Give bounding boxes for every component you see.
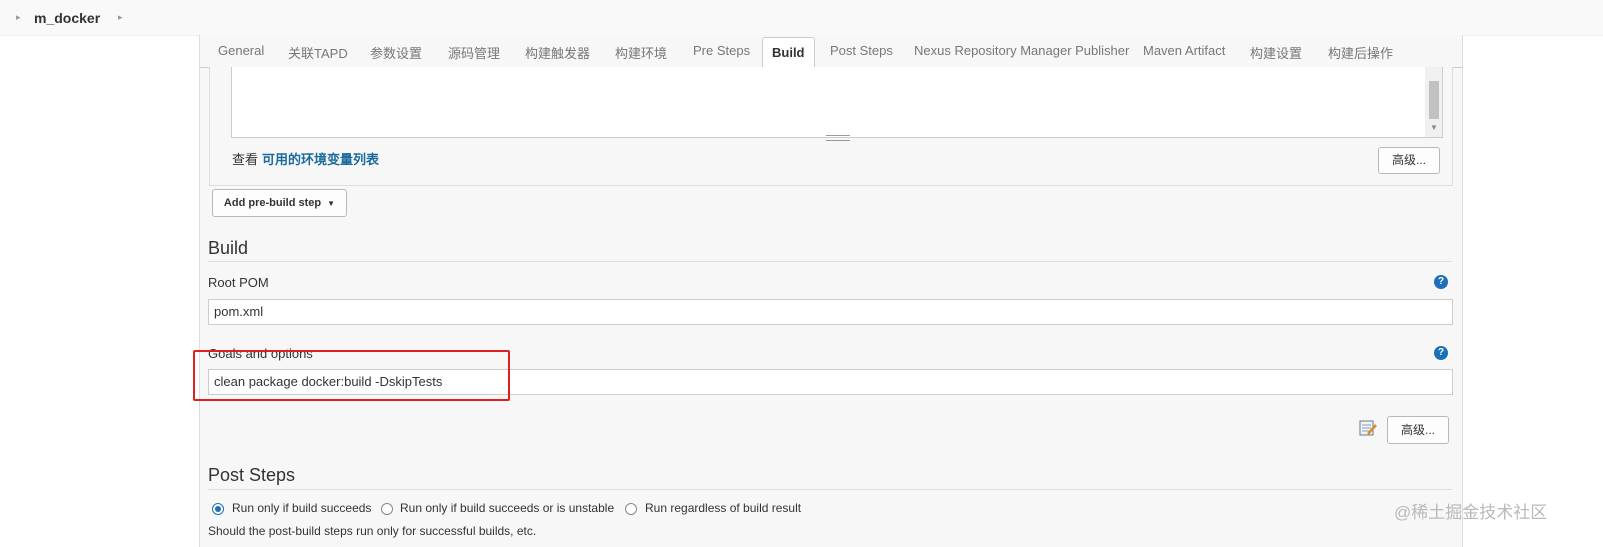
env-vars-line: 查看 可用的环境变量列表 (232, 149, 379, 168)
tab-general[interactable]: General (218, 43, 264, 58)
build-advanced-button[interactable]: 高级... (1387, 416, 1449, 444)
script-textarea[interactable]: ▼ (231, 67, 1443, 141)
tab-post-build-actions[interactable]: 构建后操作 (1328, 43, 1393, 62)
radio-run-regardless[interactable] (625, 503, 637, 515)
highlight-box (193, 350, 510, 401)
pre-step-box: ▼ 查看 可用的环境变量列表 高级... (209, 67, 1453, 186)
add-pre-build-step-button[interactable]: Add pre-build step ▼ (212, 189, 347, 217)
root-pom-input[interactable]: pom.xml (208, 299, 1453, 325)
radio-run-if-unstable[interactable] (381, 503, 393, 515)
breadcrumb-job-link[interactable]: m_docker (34, 10, 100, 26)
help-icon[interactable]: ? (1434, 275, 1448, 289)
build-section-divider (208, 261, 1452, 262)
config-panel: General 关联TAPD 参数设置 源码管理 构建触发器 构建环境 Pre … (193, 35, 1463, 547)
tab-build-triggers[interactable]: 构建触发器 (525, 43, 590, 62)
help-icon[interactable]: ? (1434, 346, 1448, 360)
section-tabbar: General 关联TAPD 参数设置 源码管理 构建触发器 构建环境 Pre … (200, 35, 1462, 68)
notepad-icon[interactable] (1359, 419, 1377, 437)
tab-pre-steps[interactable]: Pre Steps (693, 43, 750, 58)
tab-source-control[interactable]: 源码管理 (448, 43, 500, 62)
radio-label: Run only if build succeeds or is unstabl… (400, 501, 615, 515)
radio-label: Run only if build succeeds (232, 501, 372, 515)
tab-build[interactable]: Build (762, 37, 815, 68)
tab-build-environment[interactable]: 构建环境 (615, 43, 667, 62)
root-pom-label: Root POM (208, 275, 269, 290)
breadcrumb-arrow-icon[interactable]: ▸ (118, 12, 123, 23)
scroll-down-icon[interactable]: ▼ (1430, 123, 1438, 132)
radio-run-if-succeeds[interactable] (212, 503, 224, 515)
pre-step-advanced-button[interactable]: 高级... (1378, 147, 1440, 174)
post-steps-description: Should the post-build steps run only for… (208, 524, 537, 538)
breadcrumb-arrow-icon[interactable]: ▸ (16, 12, 21, 23)
add-pre-build-step-label: Add pre-build step (223, 197, 322, 209)
env-vars-link[interactable]: 可用的环境变量列表 (262, 152, 379, 167)
scrollbar-thumb[interactable] (1429, 81, 1439, 119)
tab-build-settings[interactable]: 构建设置 (1250, 43, 1302, 62)
radio-label: Run regardless of build result (645, 501, 802, 515)
resize-grip-icon[interactable] (826, 135, 850, 141)
tab-nexus-publisher[interactable]: Nexus Repository Manager Publisher (914, 43, 1129, 58)
tab-post-steps[interactable]: Post Steps (830, 43, 893, 58)
post-steps-section-title: Post Steps (208, 465, 296, 485)
watermark: @稀土掘金技术社区 (1394, 503, 1548, 522)
tab-tapd[interactable]: 关联TAPD (288, 43, 348, 62)
tab-parameters[interactable]: 参数设置 (370, 43, 422, 62)
textarea-scrollbar[interactable]: ▼ (1425, 67, 1442, 137)
breadcrumb: ▸ m_docker ▸ (0, 0, 1603, 36)
env-vars-prefix: 查看 (232, 152, 259, 167)
dropdown-caret-icon: ▼ (327, 199, 336, 208)
tab-maven-artifact[interactable]: Maven Artifact (1143, 43, 1225, 58)
post-steps-section-divider (208, 489, 1452, 490)
build-section-title: Build (208, 238, 249, 258)
